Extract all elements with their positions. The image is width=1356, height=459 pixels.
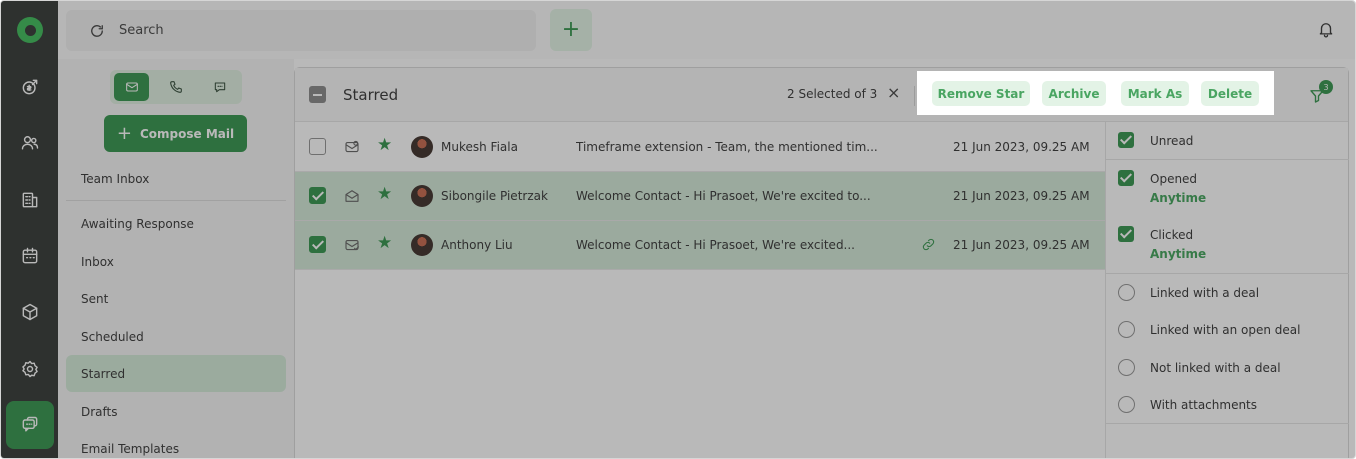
sidebar-item-inbox[interactable]: Inbox	[66, 243, 286, 280]
row-checkbox[interactable]	[309, 138, 326, 155]
email-date: 21 Jun 2023, 09.25 AM	[953, 238, 1090, 252]
header-separator	[914, 86, 915, 106]
filter-radio[interactable]	[1118, 284, 1135, 301]
search-input[interactable]: Search	[66, 10, 536, 51]
filter-time-link[interactable]: Anytime	[1150, 247, 1206, 261]
filter-linked-deal[interactable]: Linked with a deal	[1106, 274, 1349, 311]
delete-button[interactable]: Delete	[1201, 81, 1259, 106]
email-subject: Timeframe extension - Team, the mentione…	[576, 140, 878, 154]
filter-count-badge: 3	[1319, 80, 1333, 94]
filter-unread[interactable]: Unread	[1106, 122, 1349, 159]
filter-checkbox[interactable]	[1118, 226, 1134, 242]
filter-panel: Unread Opened Anytime Clicked Anytime Li…	[1105, 122, 1349, 458]
filter-not-linked[interactable]: Not linked with a deal	[1106, 349, 1349, 386]
mail-channel-button[interactable]	[114, 73, 149, 101]
mail-read-icon	[343, 187, 361, 208]
email-row[interactable]: ★ Mukesh Fiala Timeframe extension - Tea…	[295, 123, 1105, 172]
phone-channel-button[interactable]	[158, 73, 193, 101]
deals-icon[interactable]	[9, 66, 50, 107]
selection-count: 2 Selected of 3	[787, 87, 878, 101]
phone-icon	[169, 81, 182, 93]
sidebar-item-awaiting-response[interactable]: Awaiting Response	[66, 205, 286, 242]
filter-checkbox[interactable]	[1118, 170, 1134, 186]
email-date: 21 Jun 2023, 09.25 AM	[953, 189, 1090, 203]
mail-sidebar: + Compose Mail Team Inbox Awaiting Respo…	[58, 59, 294, 458]
avatar	[411, 136, 433, 158]
archive-button[interactable]: Archive	[1042, 81, 1106, 106]
chat-channel-button[interactable]	[202, 73, 237, 101]
filter-opened[interactable]: Opened Anytime	[1106, 160, 1349, 216]
star-icon[interactable]: ★	[377, 137, 392, 154]
sidebar-item-drafts[interactable]: Drafts	[66, 393, 286, 430]
remove-star-button[interactable]: Remove Star	[932, 81, 1030, 106]
page-title: Starred	[343, 86, 399, 104]
filter-label: Linked with a deal	[1150, 286, 1260, 300]
star-icon[interactable]: ★	[377, 235, 392, 252]
email-row[interactable]: ★ Sibongile Pietrzak Welcome Contact - H…	[295, 172, 1105, 221]
filter-divider	[1106, 423, 1349, 424]
mail-app: Search + + Compose Mail Team Inbox Await…	[0, 0, 1356, 459]
chat-icon[interactable]	[6, 401, 54, 449]
filter-label: Unread	[1150, 134, 1194, 148]
sidebar-item-sent[interactable]: Sent	[66, 280, 286, 317]
filter-clicked[interactable]: Clicked Anytime	[1106, 216, 1349, 272]
filter-label: Linked with an open deal	[1150, 323, 1301, 337]
filter-radio[interactable]	[1118, 396, 1135, 413]
filter-label: Not linked with a deal	[1150, 361, 1281, 375]
calendar-icon[interactable]	[9, 235, 50, 276]
email-subject: Welcome Contact - Hi Prasoet, We're exci…	[576, 238, 855, 252]
team-inbox-link[interactable]: Team Inbox	[81, 172, 149, 186]
sidebar-item-starred[interactable]: Starred	[66, 355, 286, 392]
filter-label: Clicked	[1150, 228, 1194, 242]
company-icon[interactable]	[9, 179, 50, 220]
filter-checkbox[interactable]	[1118, 132, 1134, 148]
filter-radio[interactable]	[1118, 321, 1135, 338]
email-row[interactable]: ★ Anthony Liu Welcome Contact - Hi Praso…	[295, 221, 1105, 270]
settings-icon[interactable]	[9, 348, 50, 389]
clear-selection-icon[interactable]: ×	[887, 83, 900, 102]
sender-name: Anthony Liu	[441, 238, 513, 252]
sender-name: Sibongile Pietrzak	[441, 189, 548, 203]
filter-attachments[interactable]: With attachments	[1106, 386, 1349, 423]
mail-icon	[125, 82, 138, 92]
compose-mail-button[interactable]: + Compose Mail	[104, 115, 247, 152]
row-checkbox[interactable]	[309, 187, 326, 204]
sidebar-divider	[66, 200, 286, 201]
search-placeholder: Search	[119, 23, 164, 38]
plus-icon: +	[116, 122, 132, 144]
sender-name: Mukesh Fiala	[441, 140, 518, 154]
filter-label: With attachments	[1150, 398, 1258, 412]
search-icon	[91, 24, 103, 37]
channel-switcher	[110, 70, 242, 104]
avatar	[411, 234, 433, 256]
filter-radio[interactable]	[1118, 359, 1135, 376]
app-logo[interactable]	[17, 17, 43, 43]
linked-deal-icon	[921, 237, 936, 255]
bulk-actions: Remove Star Archive Mark As Delete	[917, 71, 1274, 115]
filter-label: Opened	[1150, 172, 1198, 186]
add-button[interactable]: +	[550, 9, 592, 51]
sidebar-item-scheduled[interactable]: Scheduled	[66, 318, 286, 355]
mail-clicked-icon	[343, 236, 361, 257]
select-all-checkbox[interactable]	[309, 86, 326, 103]
filter-linked-open-deal[interactable]: Linked with an open deal	[1106, 311, 1349, 348]
icon-rail	[1, 1, 58, 458]
compose-label: Compose Mail	[139, 126, 235, 141]
contacts-icon[interactable]	[9, 122, 50, 163]
filter-time-link[interactable]: Anytime	[1150, 191, 1206, 205]
plus-icon: +	[561, 17, 581, 42]
notification-bell-icon[interactable]	[1317, 20, 1335, 42]
products-icon[interactable]	[9, 291, 50, 332]
avatar	[411, 185, 433, 207]
mark-as-button[interactable]: Mark As	[1121, 81, 1189, 106]
sidebar-item-email-templates[interactable]: Email Templates	[66, 430, 286, 458]
email-subject: Welcome Contact - Hi Prasoet, We're exci…	[576, 189, 871, 203]
message-icon	[214, 82, 225, 93]
star-icon[interactable]: ★	[377, 186, 392, 203]
mail-opened-icon	[343, 138, 361, 159]
mail-list-panel: Starred 2 Selected of 3 × 3 ★ Mukesh Fia…	[294, 67, 1349, 458]
row-checkbox[interactable]	[309, 236, 326, 253]
top-bar: Search +	[58, 1, 1355, 59]
email-date: 21 Jun 2023, 09.25 AM	[953, 140, 1090, 154]
